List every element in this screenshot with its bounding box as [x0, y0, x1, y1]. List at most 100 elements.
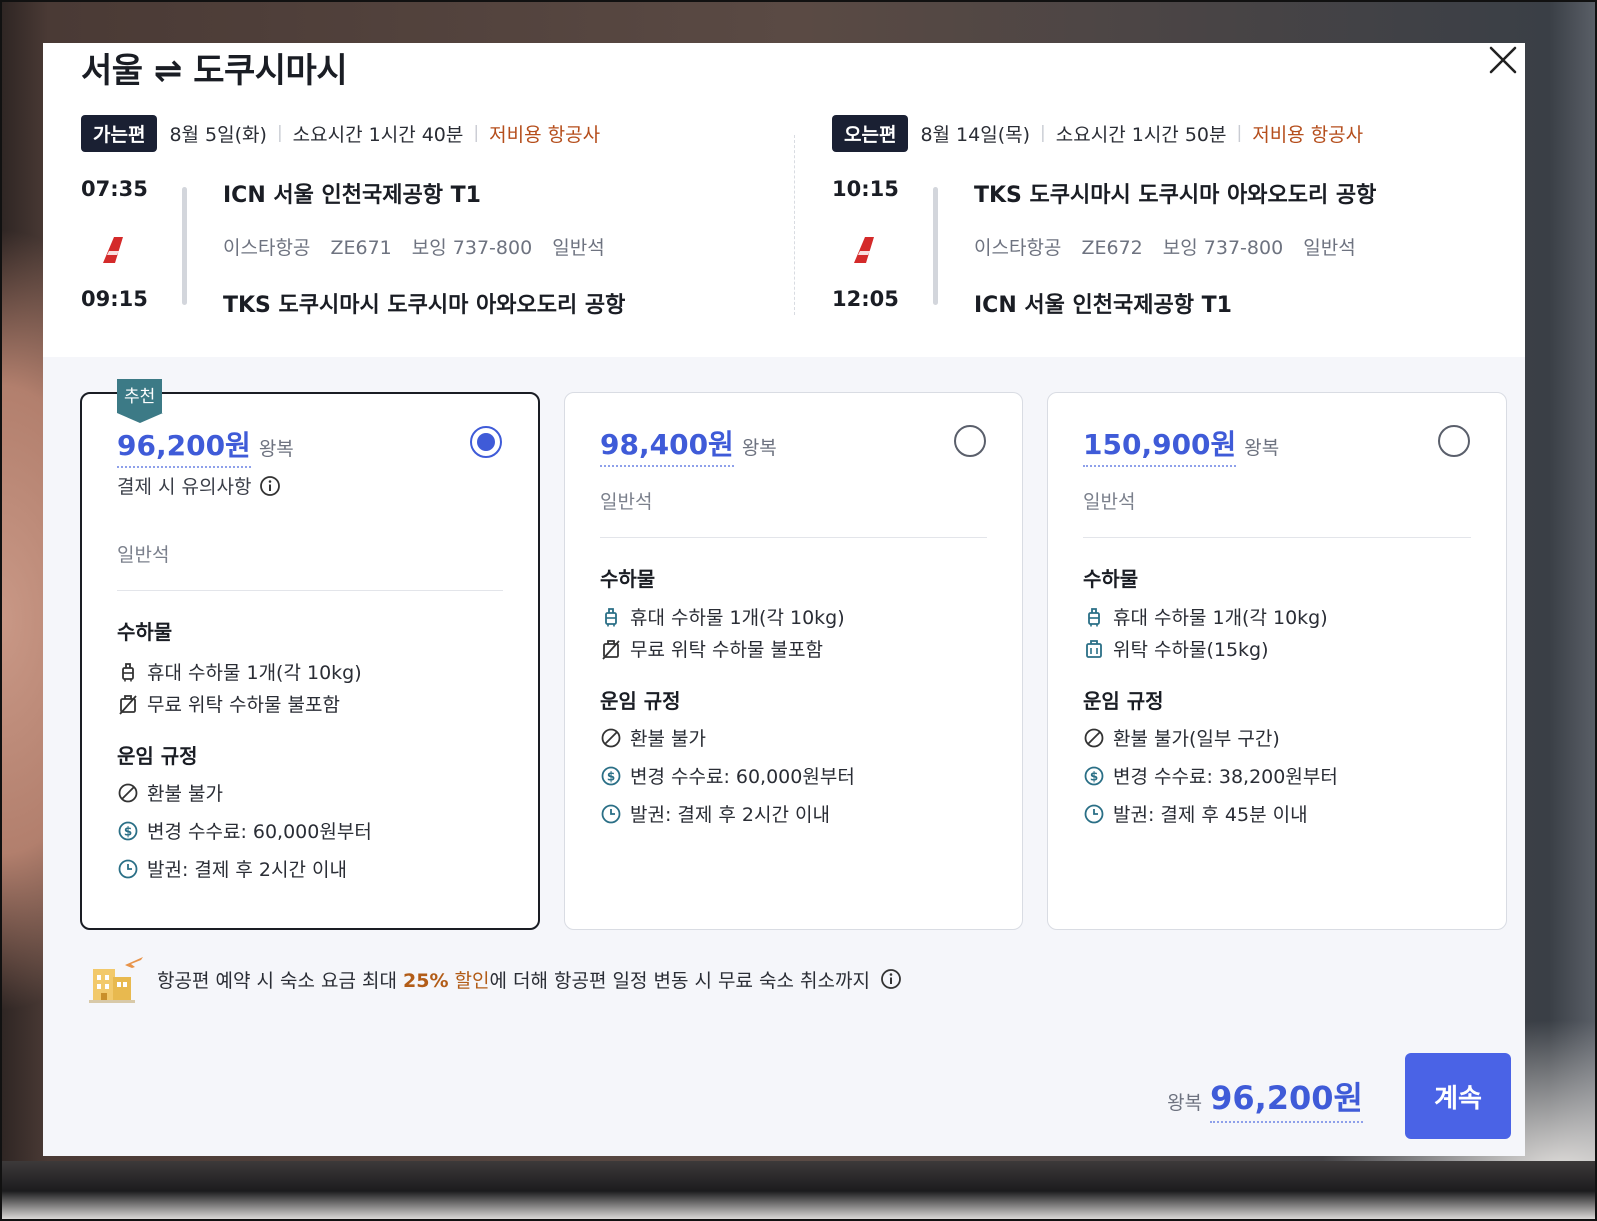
hotel-promo-banner: 항공편 예약 시 숙소 요금 최대 25% 할인에 더해 항공편 일정 변동 시… [87, 951, 902, 1007]
return-tag: 오는편 [832, 114, 909, 152]
fare-selection-modal: 서울 ⇌ 도쿠시마시 가는편 8월 5일(화) | 소요시간 1시간 40분 |… [43, 43, 1525, 1156]
divider [1083, 537, 1471, 538]
no-checked-bag-icon [602, 639, 620, 660]
clock-icon [118, 859, 138, 878]
fare-trip-type: 왕복 [258, 438, 294, 460]
fare-radio[interactable] [1438, 425, 1470, 457]
fare-rules-title: 운임 규정 [1083, 689, 1164, 713]
continue-button[interactable]: 계속 [1405, 1053, 1511, 1139]
return-leg: 오는편 8월 14일(목) | 소요시간 1시간 50분 | 저비용 항공사 1… [832, 114, 1525, 355]
return-arr-airport: ICN 서울 인천국제공항 T1 [974, 293, 1232, 318]
fare-price[interactable]: 98,400원 [600, 423, 734, 467]
return-arr-time: 12:05 [832, 287, 899, 311]
return-dep-airport: TKS 도쿠시마시 도쿠시마 아와오도리 공항 [974, 183, 1377, 208]
dollar-icon: $ [1084, 766, 1104, 785]
info-icon[interactable] [880, 968, 902, 990]
clock-icon [601, 804, 621, 823]
fare-price[interactable]: 150,900원 [1083, 423, 1237, 467]
leg-divider [794, 135, 795, 315]
change-fee-rule: $ 변경 수수료: 60,000원부터 [117, 817, 372, 844]
fare-cabin: 일반석 [1083, 491, 1136, 513]
route-title: 서울 ⇌ 도쿠시마시 [81, 51, 348, 91]
return-date: 8월 14일(목) [920, 123, 1031, 146]
baggage-title: 수하물 [600, 567, 656, 591]
change-fee-text: 변경 수수료: 60,000원부터 [630, 766, 855, 788]
carry-on-text: 휴대 수하물 1개(각 10kg) [1113, 607, 1328, 629]
close-icon [1489, 46, 1517, 74]
airline-name: 이스타항공 [223, 237, 311, 259]
refund-rule: 환불 불가(일부 구간) [1083, 724, 1280, 751]
fare-trip-type: 왕복 [741, 437, 777, 459]
fare-cabin: 일반석 [117, 544, 170, 566]
clock-icon [1084, 804, 1104, 823]
fare-rules-title: 운임 규정 [600, 689, 681, 713]
return-duration: 소요시간 1시간 50분 [1055, 123, 1227, 146]
ticketing-text: 발권: 결제 후 2시간 이내 [630, 804, 830, 826]
fare-card-1[interactable]: 추천 96,200원 왕복 결제 시 유의사항 일반석 수하물 휴대 수하물 1… [80, 379, 540, 930]
fare-radio-selected[interactable] [470, 426, 502, 458]
carry-on-bag-icon [605, 607, 617, 626]
change-fee-text: 변경 수수료: 60,000원부터 [147, 821, 372, 843]
outbound-flight-meta: 이스타항공 ZE671 보잉 737-800 일반석 [223, 233, 619, 260]
dollar-icon: $ [601, 766, 621, 785]
checked-text: 무료 위탁 수하물 불포함 [630, 639, 823, 661]
promo-percent: 25% [403, 969, 449, 992]
info-icon [260, 475, 281, 496]
total-price-section: 왕복 96,200원 [1167, 1073, 1363, 1123]
payment-notice-label: 결제 시 유의사항 [117, 476, 252, 498]
separator: | [473, 123, 480, 143]
checked-text: 무료 위탁 수하물 불포함 [147, 694, 340, 716]
outbound-arr-time: 09:15 [81, 287, 148, 311]
no-refund-icon [1084, 728, 1104, 747]
carry-on-baggage: 휴대 수하물 1개(각 10kg) [600, 603, 845, 630]
outbound-lowcost-label: 저비용 항공사 [489, 123, 601, 146]
change-fee-rule: $ 변경 수수료: 38,200원부터 [1083, 762, 1338, 789]
recommended-badge: 추천 [117, 379, 164, 423]
carry-on-bag-icon [122, 662, 134, 681]
refund-text: 환불 불가 [630, 728, 706, 750]
airline-logo-icon [103, 237, 123, 263]
fare-rules-title: 운임 규정 [117, 744, 198, 768]
svg-text:$: $ [124, 824, 132, 838]
baggage-title: 수하물 [1083, 567, 1139, 591]
close-button[interactable] [1486, 43, 1520, 77]
divider [600, 537, 987, 538]
outbound-duration: 소요시간 1시간 40분 [292, 123, 464, 146]
no-refund-icon [118, 783, 138, 802]
fare-radio[interactable] [954, 425, 986, 457]
carry-on-baggage: 휴대 수하물 1개(각 10kg) [117, 658, 362, 685]
fare-card-2[interactable]: 98,400원 왕복 일반석 수하물 휴대 수하물 1개(각 10kg) 무료 … [564, 392, 1023, 930]
change-fee-text: 변경 수수료: 38,200원부터 [1113, 766, 1338, 788]
svg-text:$: $ [1090, 769, 1098, 783]
flight-number: ZE672 [1081, 237, 1143, 259]
total-price[interactable]: 96,200원 [1210, 1073, 1363, 1123]
ticketing-text: 발권: 결제 후 2시간 이내 [147, 859, 347, 881]
return-lowcost-label: 저비용 항공사 [1252, 123, 1364, 146]
ticketing-rule: 발권: 결제 후 45분 이내 [1083, 800, 1308, 827]
refund-text: 환불 불가 [147, 783, 223, 805]
carry-on-bag-icon [1088, 607, 1100, 626]
itinerary-section: 서울 ⇌ 도쿠시마시 가는편 8월 5일(화) | 소요시간 1시간 40분 |… [43, 43, 1525, 357]
timeline-bar [182, 187, 187, 305]
separator: | [1236, 123, 1243, 143]
dollar-icon: $ [118, 821, 138, 840]
outbound-arr-airport: TKS 도쿠시마시 도쿠시마 아와오도리 공항 [223, 293, 626, 318]
outbound-tag: 가는편 [81, 114, 158, 152]
payment-notice-link[interactable]: 결제 시 유의사항 [117, 472, 281, 499]
fare-cabin: 일반석 [600, 491, 653, 513]
no-checked-bag-icon [119, 694, 137, 715]
refund-rule: 환불 불가 [117, 779, 223, 806]
promo-text: 항공편 예약 시 숙소 요금 최대 25% 할인에 더해 항공편 일정 변동 시… [157, 966, 870, 993]
background-bottom [0, 1161, 1597, 1221]
checked-baggage: 위탁 수하물(15kg) [1083, 635, 1269, 662]
total-trip-type: 왕복 [1167, 1092, 1203, 1114]
fare-price[interactable]: 96,200원 [117, 424, 251, 468]
outbound-dep-airport: ICN 서울 인천국제공항 T1 [223, 183, 481, 208]
promo-text-pre: 항공편 예약 시 숙소 요금 최대 [157, 969, 403, 992]
fare-card-3[interactable]: 150,900원 왕복 일반석 수하물 휴대 수하물 1개(각 10kg) 위탁… [1047, 392, 1507, 930]
divider [117, 590, 503, 591]
ticketing-text: 발권: 결제 후 45분 이내 [1113, 804, 1308, 826]
airline-name: 이스타항공 [974, 237, 1062, 259]
separator: | [1040, 123, 1046, 143]
promo-text-post: 에 더해 항공편 일정 변동 시 무료 숙소 취소까지 [489, 969, 870, 992]
